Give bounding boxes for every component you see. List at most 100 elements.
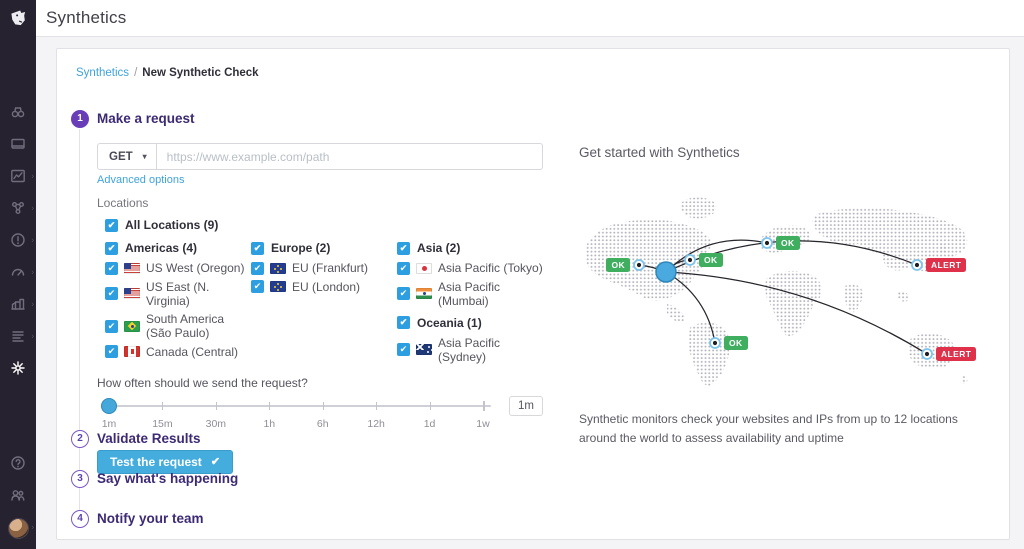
step-3-title[interactable]: Say what's happening: [97, 471, 238, 486]
sidebar-item-apm[interactable]: ›: [0, 256, 36, 288]
location-group: ✔Asia (2)✔Asia Pacific (Tokyo)✔Asia Paci…: [397, 241, 543, 308]
checkbox-checked-icon[interactable]: ✔: [397, 242, 410, 255]
slider-tick-label: 1m: [102, 418, 117, 430]
sidebar-item-logs[interactable]: ›: [0, 320, 36, 352]
location-checkbox-all[interactable]: ✔ All Locations (9): [97, 218, 543, 232]
sidebar-item-integrations[interactable]: ›: [0, 288, 36, 320]
sidebar-item-team[interactable]: [0, 479, 36, 511]
slider-tick-label: 6h: [317, 418, 329, 430]
breadcrumb-current: New Synthetic Check: [142, 67, 258, 79]
location-checkbox[interactable]: ✔US East (N. Virginia): [105, 280, 251, 308]
location-marker-dot: [925, 352, 929, 356]
ca-flag-icon: [124, 346, 140, 357]
step-2-indicator: 2: [71, 430, 89, 448]
location-group-checkbox[interactable]: ✔ Asia (2): [397, 241, 543, 255]
user-avatar[interactable]: [8, 518, 29, 539]
step-1-indicator: 1: [71, 110, 89, 128]
sidebar-item-help[interactable]: [0, 447, 36, 479]
location-checkbox[interactable]: ✔ South America (São Paulo): [105, 312, 251, 340]
steps-connector-line: [79, 129, 80, 519]
step-4-title[interactable]: Notify your team: [97, 511, 204, 526]
checkbox-checked-icon[interactable]: ✔: [397, 316, 410, 329]
checkbox-checked-icon[interactable]: ✔: [105, 242, 118, 255]
frequency-slider[interactable]: 1m15m30m1h6h12h1d1w: [101, 398, 491, 414]
dashboards-icon: [10, 136, 26, 152]
test-request-button[interactable]: Test the request ✔: [97, 450, 233, 474]
location-checkbox[interactable]: ✔EU (Frankfurt): [251, 261, 397, 275]
location-group-checkbox[interactable]: ✔Americas (4): [105, 241, 251, 255]
checkbox-checked-icon[interactable]: ✔: [397, 262, 410, 275]
location-checkbox[interactable]: ✔Asia Pacific (Tokyo): [397, 261, 543, 275]
chevron-right-icon: ›: [31, 300, 34, 309]
status-badge-alert: ALERT: [936, 347, 976, 361]
step-1-title: Make a request: [97, 111, 195, 126]
location-label: Asia Pacific (Mumbai): [438, 280, 543, 308]
checkbox-checked-icon[interactable]: ✔: [251, 280, 264, 293]
page-title: Synthetics: [46, 8, 126, 28]
continents: [586, 197, 968, 385]
sidebar-item-infrastructure[interactable]: ›: [0, 192, 36, 224]
slider-tick: [216, 402, 217, 410]
location-group-name: Oceania (1): [417, 316, 482, 330]
checkbox-checked-icon[interactable]: ✔: [397, 287, 410, 300]
sidebar: › › › › › › ›: [0, 0, 36, 549]
location-checkbox[interactable]: ✔US West (Oregon): [105, 261, 251, 275]
jp-flag-icon: [416, 263, 432, 274]
location-marker-dot: [713, 341, 717, 345]
location-group-name: Asia (2): [417, 241, 460, 255]
location-group: ✔ Oceania (1) ✔Asia Pacific (Sydney): [397, 316, 543, 364]
sidebar-item-dashboards[interactable]: [0, 128, 36, 160]
chevron-right-icon: ›: [31, 268, 34, 277]
checkbox-checked-icon[interactable]: ✔: [397, 343, 410, 356]
promo-caption: Synthetic monitors check your websites a…: [579, 410, 981, 447]
apm-icon: [10, 264, 26, 280]
us-flag-icon: [124, 263, 140, 274]
location-checkbox[interactable]: ✔Canada (Central): [105, 345, 251, 359]
advanced-options-link[interactable]: Advanced options: [97, 174, 184, 186]
slider-track[interactable]: [101, 405, 491, 408]
datadog-logo[interactable]: [0, 0, 36, 36]
location-group-checkbox[interactable]: ✔ Oceania (1): [397, 316, 543, 330]
step-2-title[interactable]: Validate Results: [97, 431, 201, 446]
synthetics-icon: [10, 360, 26, 376]
chevron-right-icon: ›: [31, 204, 34, 213]
au-flag-icon: [416, 344, 432, 355]
checkbox-checked-icon[interactable]: ✔: [105, 262, 118, 275]
world-map-svg: [579, 186, 979, 396]
checkbox-checked-icon[interactable]: ✔: [105, 219, 118, 232]
chevron-down-icon: ▾: [143, 152, 147, 161]
slider-thumb[interactable]: [101, 398, 117, 414]
checkbox-checked-icon[interactable]: ✔: [251, 242, 264, 255]
location-label: South America (São Paulo): [146, 312, 251, 340]
sidebar-item-synthetics[interactable]: [0, 352, 36, 384]
top-bar: Synthetics: [36, 0, 1024, 37]
url-input[interactable]: [157, 144, 542, 169]
new-check-card: Synthetics/New Synthetic Check 1 Make a …: [56, 48, 1010, 540]
sidebar-item-user-avatar[interactable]: ›: [0, 511, 36, 543]
location-checkbox[interactable]: ✔EU (London): [251, 280, 397, 294]
checkbox-checked-icon[interactable]: ✔: [105, 345, 118, 358]
checkbox-checked-icon[interactable]: ✔: [251, 262, 264, 275]
frequency-value[interactable]: 1m: [509, 396, 543, 416]
location-checkbox[interactable]: ✔Asia Pacific (Sydney): [397, 336, 543, 364]
app-window: › › › › › › › Synthetics Synthetics/New Synth…: [0, 0, 1024, 549]
location-group-checkbox[interactable]: ✔Europe (2): [251, 241, 397, 255]
sidebar-nav: › › › › › ›: [0, 96, 36, 384]
location-checkbox[interactable]: ✔ Asia Pacific (Mumbai): [397, 280, 543, 308]
sidebar-item-watchdog[interactable]: [0, 96, 36, 128]
method-select[interactable]: GET ▾: [98, 144, 157, 169]
step-4-indicator: 4: [71, 510, 89, 528]
monitors-icon: [10, 232, 26, 248]
sidebar-item-monitors[interactable]: ›: [0, 224, 36, 256]
slider-tick-label: 30m: [206, 418, 226, 430]
slider-tick-label: 1h: [263, 418, 275, 430]
help-icon: [10, 455, 26, 471]
location-marker-dot: [637, 263, 641, 267]
checkbox-checked-icon[interactable]: ✔: [105, 287, 118, 300]
test-request-label: Test the request: [110, 455, 202, 469]
locations-column-3: ✔Asia (2)✔Asia Pacific (Tokyo)✔Asia Paci…: [397, 241, 543, 372]
checkbox-checked-icon[interactable]: ✔: [105, 320, 118, 333]
breadcrumb-link-synthetics[interactable]: Synthetics: [76, 67, 129, 79]
sidebar-item-metrics[interactable]: ›: [0, 160, 36, 192]
location-groups: ✔Americas (4) ✔US West (Oregon) ✔US East (…: [97, 241, 543, 372]
